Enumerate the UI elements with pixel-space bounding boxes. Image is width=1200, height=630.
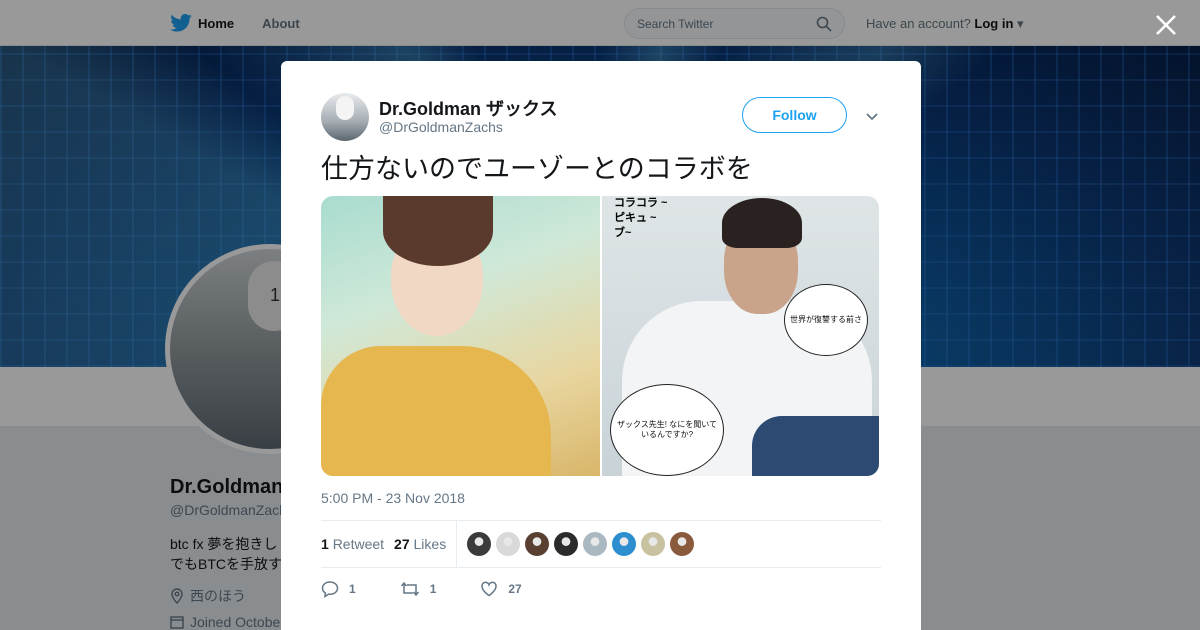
speech-bubble: ザックス先生! なにを聞いているんですか? (610, 384, 724, 476)
tweet-modal: Dr.Goldman ザックス @DrGoldmanZachs Follow 仕… (281, 61, 921, 630)
author-name[interactable]: Dr.Goldman ザックス (379, 95, 557, 121)
tweet-text: 仕方ないのでユーゾーとのコラボを (321, 154, 753, 184)
illustration-hair (383, 196, 493, 266)
tweet-timestamp[interactable]: 5:00 PM - 23 Nov 2018 (321, 490, 465, 506)
author-avatar-sign (336, 96, 354, 120)
author-handle[interactable]: @DrGoldmanZachs (379, 119, 503, 135)
retweet-stat-count: 1 (321, 536, 329, 552)
author-avatar[interactable] (321, 93, 369, 141)
tweet-actions: 1 1 27 (321, 577, 566, 601)
reply-button[interactable]: 1 (321, 580, 356, 598)
retweet-count: 1 (429, 582, 437, 596)
like-button[interactable]: 27 (480, 580, 522, 598)
scribble-line: ブ~ (614, 227, 632, 239)
media-image-right[interactable]: コラコラ ~ ピキュ ~ ブ~ 世界が復讐する前さ ザックス先生! なにを聞いて… (602, 196, 879, 476)
scribble-line: コラコラ ~ (614, 197, 668, 209)
close-icon[interactable] (1153, 12, 1179, 38)
retweet-icon (400, 581, 419, 597)
like-stat-count: 27 (394, 536, 410, 552)
retweet-stat[interactable]: 1 Retweet (321, 536, 384, 552)
like-stat[interactable]: 27 Likes (394, 536, 446, 552)
like-count: 27 (508, 582, 522, 596)
retweet-stat-label: Retweet (332, 536, 385, 552)
heart-icon (481, 581, 498, 597)
reply-count: 1 (349, 582, 356, 596)
speech-bubble: 世界が復讐する前さ (784, 284, 868, 356)
media-image-left[interactable] (321, 196, 600, 476)
scribble-text: コラコラ ~ ピキュ ~ ブ~ (614, 196, 667, 241)
divider (456, 520, 458, 568)
liker-avatar[interactable] (641, 532, 666, 556)
liker-avatar[interactable] (583, 532, 608, 556)
reply-icon (321, 581, 339, 598)
follow-button[interactable]: Follow (742, 97, 847, 133)
liker-avatar[interactable] (612, 532, 637, 556)
illustration-shirt (321, 346, 551, 476)
retweet-button[interactable]: 1 (400, 580, 437, 598)
liker-avatar[interactable] (554, 532, 579, 556)
tweet-stats: 1 Retweet 27 Likes (321, 520, 881, 568)
liker-avatar[interactable] (670, 532, 695, 556)
liker-avatar[interactable] (496, 532, 521, 556)
liker-avatars (467, 532, 695, 556)
like-stat-label: Likes (413, 536, 447, 552)
liker-avatar[interactable] (525, 532, 550, 556)
tweet-media[interactable]: コラコラ ~ ピキュ ~ ブ~ 世界が復讐する前さ ザックス先生! なにを聞いて… (321, 196, 879, 476)
photo-jeans (752, 416, 879, 476)
liker-avatar[interactable] (467, 532, 492, 556)
scribble-line: ピキュ ~ (614, 212, 657, 224)
divider (321, 567, 881, 568)
chevron-down-icon[interactable] (864, 108, 880, 124)
photo-hair (722, 198, 802, 248)
